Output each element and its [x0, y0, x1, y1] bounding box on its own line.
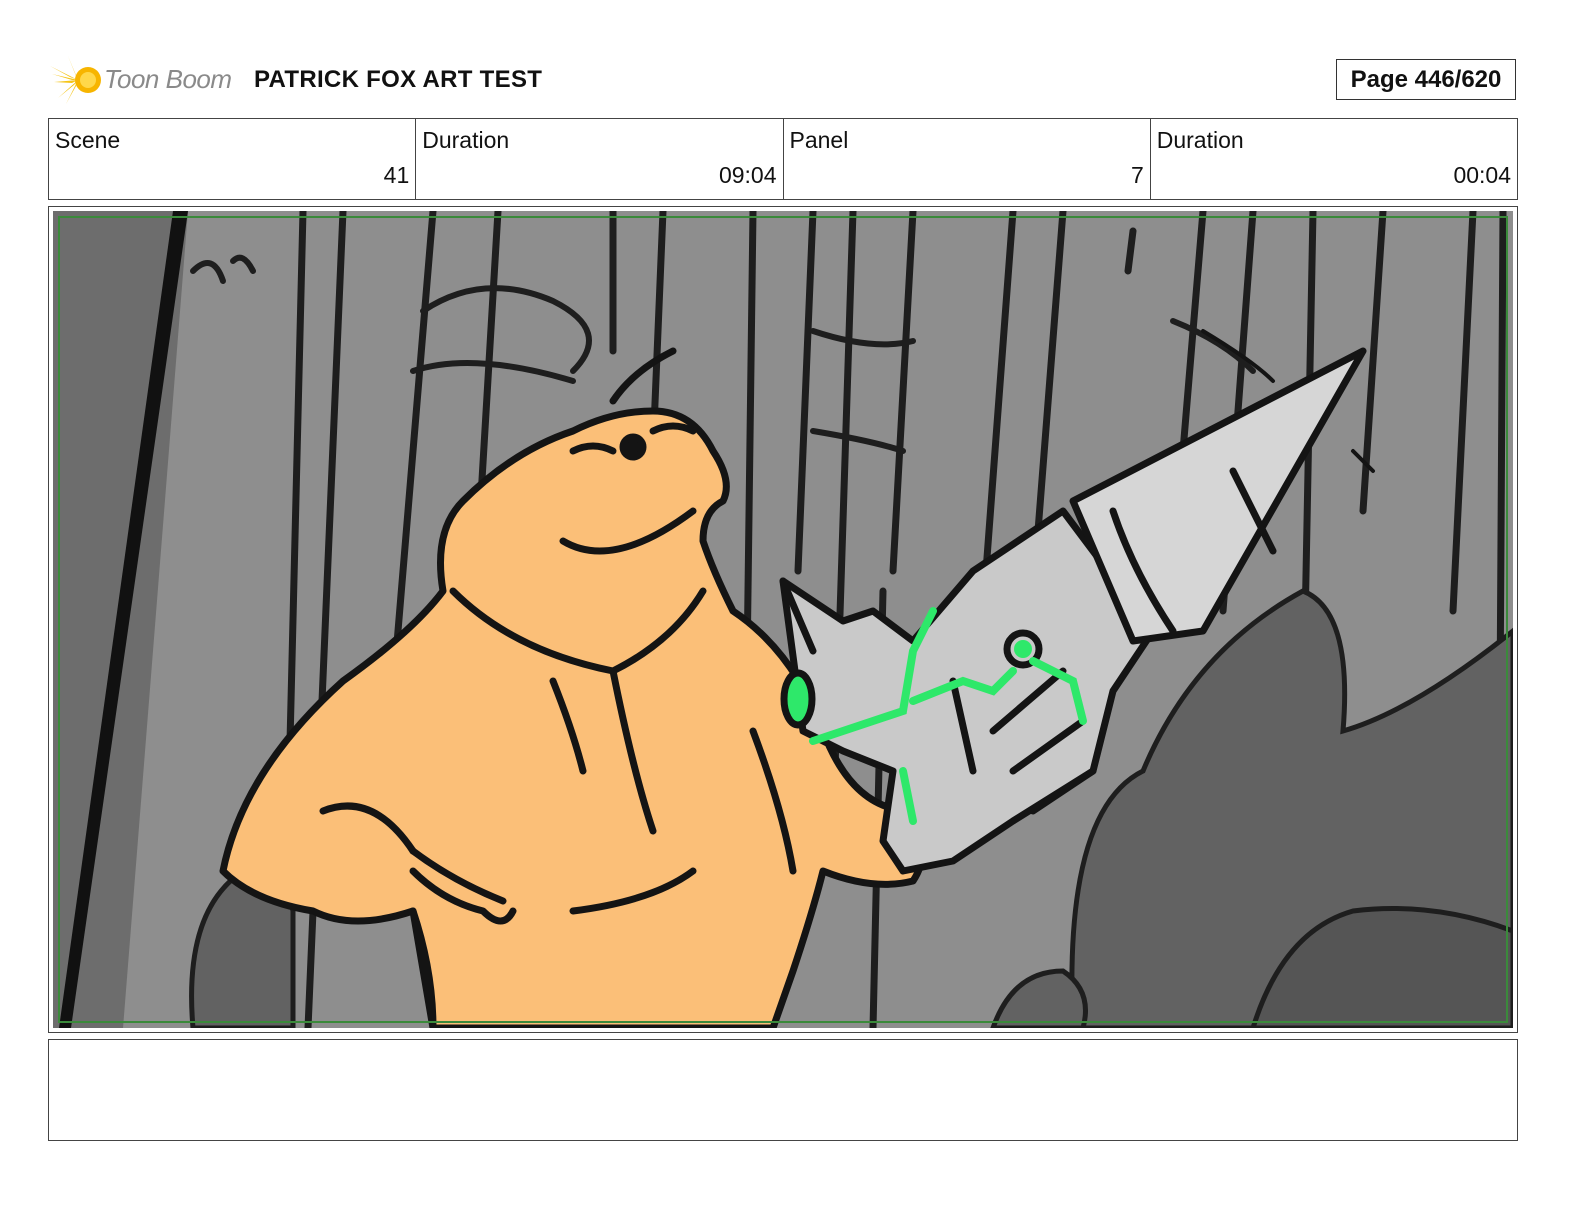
- toon-boom-logo: Toon Boom: [48, 52, 238, 108]
- starburst-icon: [50, 56, 101, 104]
- panel-cell: Panel 7: [784, 119, 1151, 199]
- panel-duration-cell: Duration 00:04: [1151, 119, 1517, 199]
- storyboard-panel-image: [53, 211, 1513, 1028]
- drill-light: [780, 669, 816, 729]
- scene-cell: Scene 41: [49, 119, 417, 199]
- scene-duration-label: Duration: [422, 127, 510, 153]
- scene-duration-cell: Duration 09:04: [416, 119, 784, 199]
- panel-label: Panel: [789, 127, 849, 153]
- scene-label: Scene: [55, 127, 121, 153]
- panel-duration-label: Duration: [1156, 127, 1244, 153]
- storyboard-panel-frame: [48, 206, 1518, 1033]
- project-title: PATRICK FOX ART TEST: [254, 66, 543, 93]
- panel-duration-value: 00:04: [1453, 162, 1511, 188]
- panel-info-table: Scene 41 Duration 09:04 Panel 7 Duration…: [48, 118, 1518, 200]
- logo-text: Toon Boom: [104, 64, 232, 94]
- panel-notes-box: [48, 1039, 1518, 1141]
- page-indicator: Page 446/620: [1336, 59, 1516, 100]
- panel-value: 7: [1130, 162, 1144, 188]
- scene-value: 41: [383, 162, 410, 188]
- scene-duration-value: 09:04: [718, 162, 777, 188]
